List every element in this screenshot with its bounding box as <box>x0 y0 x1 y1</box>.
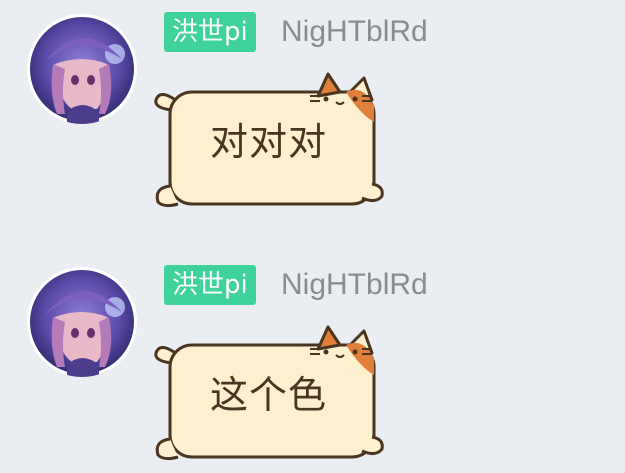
sender-nickname[interactable]: NigHTblRd <box>281 265 428 305</box>
member-title-badge: 洪世pi <box>164 265 256 305</box>
message-text: 这个色 <box>210 373 328 417</box>
avatar[interactable] <box>27 267 137 377</box>
sender-nickname[interactable]: NigHTblRd <box>281 12 428 52</box>
message-text: 对对对 <box>210 120 328 164</box>
message-bubble[interactable]: 对对对 <box>150 66 390 216</box>
avatar[interactable] <box>27 14 137 124</box>
avatar-image <box>27 14 137 124</box>
chat-message: 洪世pi NigHTblRd 对对对 <box>0 0 625 220</box>
member-title-badge: 洪世pi <box>164 12 256 52</box>
message-bubble[interactable]: 这个色 <box>150 319 390 469</box>
avatar-image <box>27 267 137 377</box>
chat-message: 洪世pi NigHTblRd 这个色 <box>0 253 625 473</box>
